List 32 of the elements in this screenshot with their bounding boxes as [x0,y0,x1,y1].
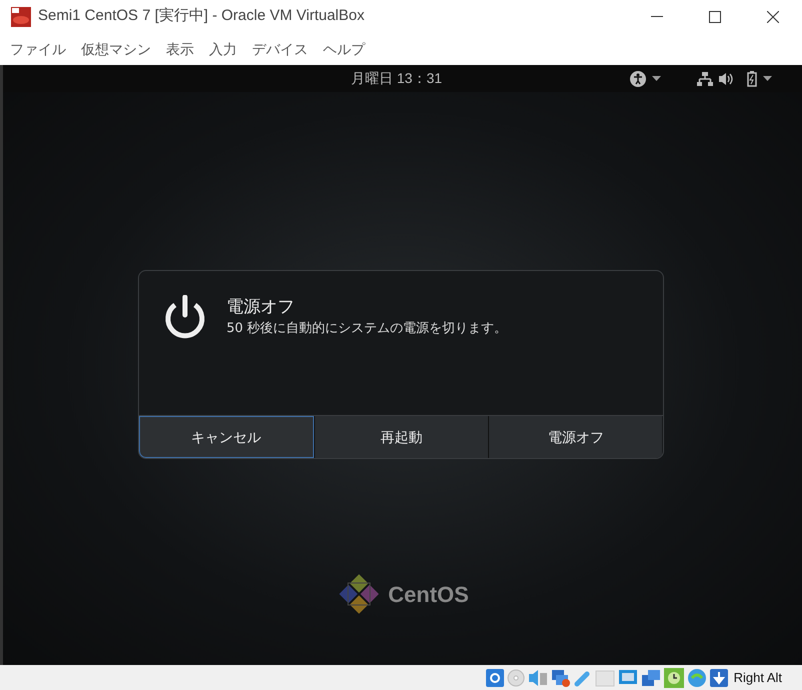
window-title: Semi1 CentOS 7 [実行中] - Oracle VM VirtualBox [38,6,364,26]
clock-icon[interactable] [664,668,684,688]
menu-item[interactable]: 仮想マシン [75,38,157,60]
centos-logo-icon [338,573,380,615]
network-icon[interactable] [697,70,713,86]
menu-item[interactable]: デバイス [246,38,314,60]
dropdown-arrow-icon[interactable] [652,76,661,81]
volume-icon[interactable] [719,72,733,86]
power-icon [162,295,206,341]
host-key-label: Right Alt [734,668,782,687]
menu-item[interactable]: 表示 [160,38,200,60]
maximize-icon [709,10,721,22]
minimize-icon [651,16,663,18]
windows-icon[interactable] [640,668,661,686]
dialog-button[interactable]: キャンセル [138,416,314,458]
speaker-icon[interactable] [528,668,548,686]
accessibility-icon[interactable] [630,70,646,86]
dialog-title: 電源オフ [226,296,296,318]
dialog-button[interactable]: 再起動 [314,416,488,458]
menu-item[interactable]: 入力 [203,38,243,60]
monitor-icon[interactable] [618,668,638,686]
dialog-button[interactable]: 電源オフ [488,416,662,458]
dialog-message: 50 秒後に自動的にシステムの電源を切ります。 [226,320,508,338]
battery-icon[interactable] [747,70,757,86]
dropdown-arrow-icon[interactable] [763,76,772,81]
menu-item[interactable]: ヘルプ [317,38,371,60]
close-icon [767,10,779,22]
clock[interactable]: 月曜日 13：31 [351,68,442,89]
app-icon [10,6,32,28]
menu-item[interactable]: ファイル [4,38,72,60]
network-adapter-icon[interactable] [550,668,571,686]
logo-text: CentOS [388,580,469,608]
